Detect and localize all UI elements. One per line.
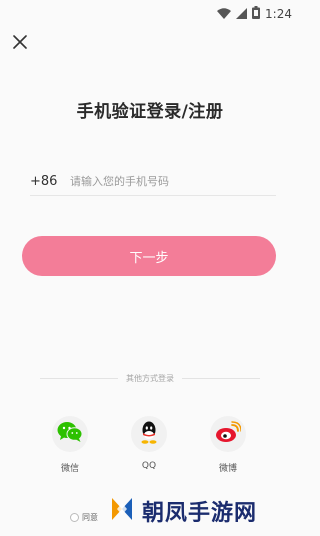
wifi-icon (217, 4, 232, 23)
status-bar: 1:24 (0, 0, 300, 22)
divider-line-right (182, 377, 260, 379)
page-title: 手机验证登录/注册 (76, 102, 224, 122)
weibo-icon-circle (210, 416, 246, 452)
qq-icon-circle (131, 416, 167, 452)
weibo-icon (215, 421, 242, 447)
wechat-label: 微信 (60, 464, 79, 474)
wechat-icon (57, 421, 83, 447)
agreement-radio[interactable] (70, 513, 79, 522)
weibo-label: 微博 (218, 464, 237, 474)
close-button[interactable] (10, 33, 30, 53)
qq-icon (139, 420, 159, 448)
wechat-login-button[interactable]: 微信 (50, 416, 90, 474)
watermark-text: 朝凤手游网 (142, 501, 258, 526)
wechat-icon-circle (52, 416, 88, 452)
agreement-text: 同意 (82, 513, 98, 522)
qq-login-button[interactable]: QQ (129, 416, 169, 471)
qq-label: QQ (141, 461, 157, 471)
site-watermark: 朝凤手游网 (108, 494, 257, 528)
agreement-row: 同意 (70, 512, 98, 523)
signal-icon (236, 4, 248, 23)
watermark-logo-icon (108, 494, 136, 528)
other-login-divider: 其他方式登录 (40, 371, 260, 385)
divider-line-left (40, 377, 118, 379)
country-code[interactable]: +86 (30, 174, 70, 189)
status-icons: 1:24 (217, 4, 292, 23)
weibo-login-button[interactable]: 微博 (208, 416, 248, 474)
phone-field-row: +86 (30, 168, 276, 196)
phone-number-input[interactable] (70, 175, 276, 188)
close-icon (13, 34, 27, 53)
next-button[interactable]: 下一步 (22, 236, 276, 276)
status-time: 1:24 (265, 6, 292, 21)
battery-icon (252, 4, 261, 23)
other-login-label: 其他方式登录 (126, 373, 174, 383)
